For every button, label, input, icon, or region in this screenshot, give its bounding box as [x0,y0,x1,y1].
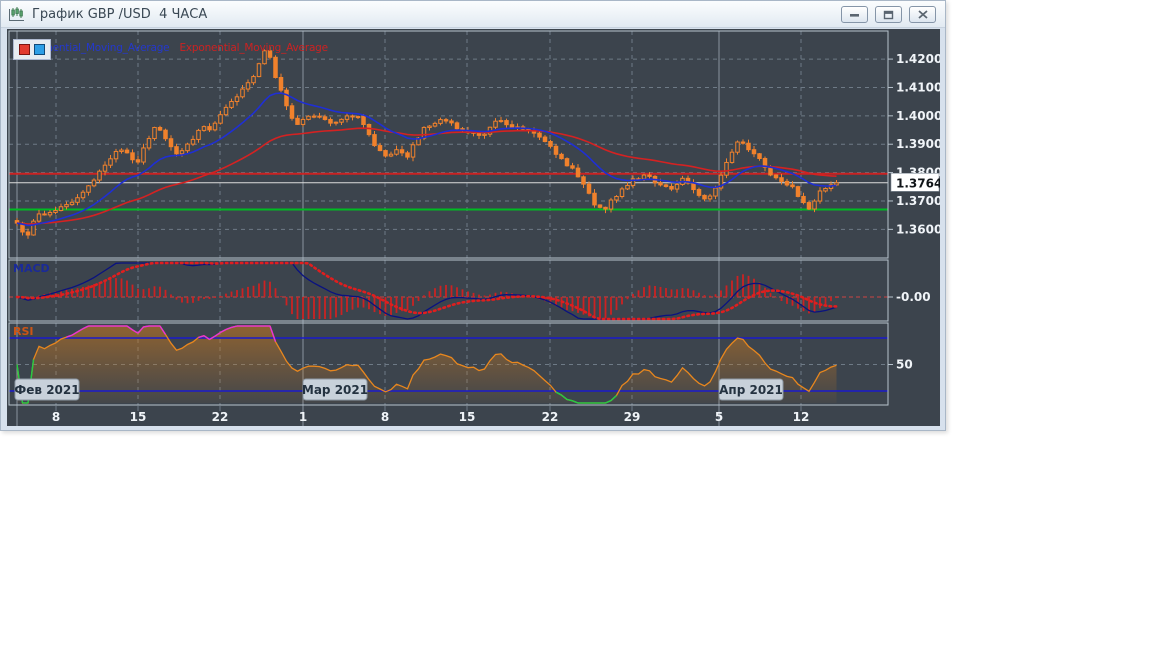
indicator-legend: Exponential_Moving_Average Exponential_M… [21,42,328,54]
desktop-page: График GBP /USD 4 ЧАСА 1.4200 1.4100 1.4… [0,0,1152,648]
candlestick-chart-icon [9,6,24,21]
price-tick-label: 1.4100 [896,80,940,94]
price-tick-label: 1.3900 [896,137,940,151]
price-tick-label: 1.4200 [896,52,940,66]
ema-slow-legend-label: Exponential_Moving_Average [179,42,328,54]
month-label: Фев 2021 [14,383,79,397]
date-tick-label: 22 [542,410,559,424]
rsi-panel-label: RSI [13,325,34,338]
price-chart-svg[interactable]: 1.42001.41001.40001.39001.38001.37001.36… [7,29,940,426]
rsi-mid-label: 50 [896,358,913,372]
close-button[interactable] [909,6,936,23]
month-label: Апр 2021 [719,383,783,397]
date-tick-label: 12 [793,410,810,424]
minimize-button[interactable] [841,6,868,23]
date-tick-label: 5 [715,410,723,424]
price-tick-label: 1.4000 [896,109,940,123]
macd-panel [9,261,888,321]
restore-icon [883,10,894,19]
horizontal-level-lines [9,172,888,211]
date-tick-label: 1 [299,410,307,424]
price-tick-label: 1.3700 [896,194,940,208]
current-price-value: 1.3764 [896,176,940,190]
date-tick-label: 22 [212,410,229,424]
close-icon [917,10,928,19]
window-title: График GBP /USD 4 ЧАСА [32,6,208,22]
indicator-color-buttons [13,39,51,60]
date-tick-label: 8 [52,410,60,424]
macd-zero-label: -0.00 [896,290,931,304]
current-price-label: 1.3764 [890,173,940,192]
macd-main-line [16,262,837,320]
price-tick-label: 1.3600 [896,222,940,236]
minimize-icon [850,14,859,17]
chart-content: 1.4200 1.4100 1.4000 1.3900 1.3800 1.3700 1.36… [7,29,940,426]
date-tick-label: 8 [381,410,389,424]
window-titlebar[interactable]: График GBP /USD 4 ЧАСА [1,1,945,28]
macd-panel-label: MACD [13,262,50,275]
chart-window: График GBP /USD 4 ЧАСА 1.4200 1.4100 1.4… [0,0,946,431]
blue-indicator-swatch[interactable] [34,44,45,55]
date-tick-label: 15 [130,410,147,424]
restore-button[interactable] [875,6,902,23]
date-tick-label: 29 [624,410,641,424]
date-tick-label: 15 [459,410,476,424]
red-indicator-swatch[interactable] [19,44,30,55]
window-controls [841,6,936,23]
month-label: Мар 2021 [302,383,368,397]
